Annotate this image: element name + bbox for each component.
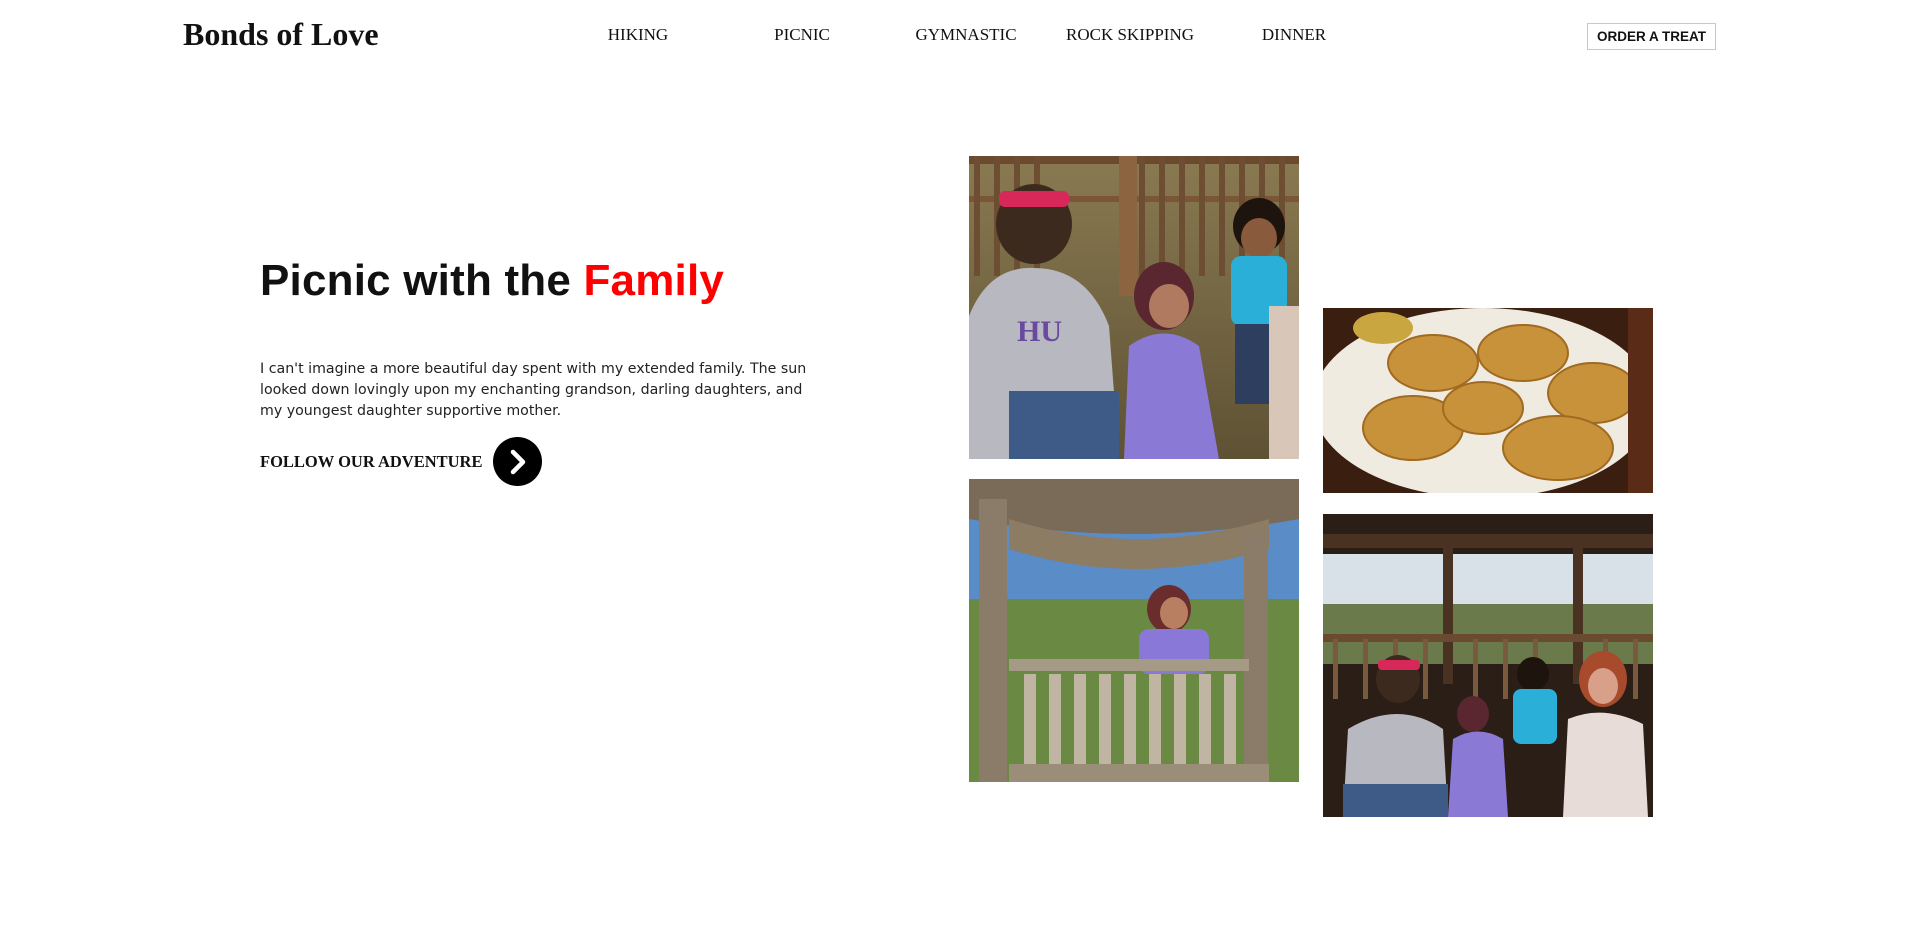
nav-item-dinner[interactable]: DINNER — [1262, 25, 1326, 45]
page: Bonds of Love HIKING PICNIC GYMNASTIC RO… — [0, 0, 1920, 937]
photo-family-on-bench[interactable]: HU — [969, 156, 1299, 459]
svg-text:HU: HU — [1017, 315, 1062, 348]
nav-item-rock-skipping[interactable]: ROCK SKIPPING — [1066, 25, 1194, 45]
photo-pastries[interactable] — [1323, 308, 1653, 493]
nav-item-hiking[interactable]: HIKING — [608, 25, 668, 45]
hero-title: Picnic with the Family — [260, 256, 724, 306]
chevron-right-icon[interactable] — [493, 437, 543, 486]
follow-adventure-label: FOLLOW OUR ADVENTURE — [260, 451, 483, 471]
nav-item-gymnastic[interactable]: GYMNASTIC — [915, 25, 1016, 45]
order-treat-button[interactable]: ORDER A TREAT — [1587, 23, 1716, 50]
nav-item-picnic[interactable]: PICNIC — [774, 25, 830, 45]
photo-family-group[interactable] — [1323, 514, 1653, 817]
follow-adventure-link[interactable]: FOLLOW OUR ADVENTURE — [260, 437, 543, 486]
hero-title-accent: Family — [583, 256, 725, 305]
photo-girl-in-gazebo[interactable] — [969, 479, 1299, 782]
hero-description: I can't imagine a more beautiful day spe… — [260, 361, 807, 419]
hero-title-main: Picnic with the — [260, 256, 584, 305]
